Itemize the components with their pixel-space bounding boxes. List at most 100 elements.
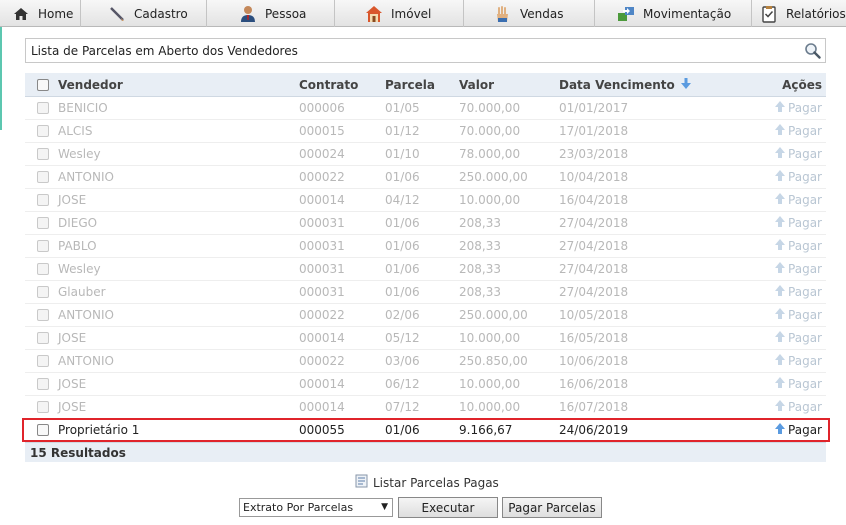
cell-valor: 10.000,00 [459,377,521,391]
row-checkbox[interactable] [36,263,49,275]
col-header-vendedor[interactable]: Vendedor [58,78,299,92]
cell-valor: 208,33 [459,216,501,230]
pay-link-label: Pagar [788,400,822,414]
cell-contrato: 000031 [299,216,345,230]
table-row[interactable]: ANTONIO 000022 01/06 250.000,00 10/04/2018 Pa… [25,166,826,189]
table-row[interactable]: Glauber 000031 01/06 208,33 27/04/2018 Pagar [25,281,826,304]
table-row[interactable]: DIEGO 000031 01/06 208,33 27/04/2018 Pagar [25,212,826,235]
pay-installments-button[interactable]: Pagar Parcelas [502,497,602,518]
table-row[interactable]: ANTONIO 000022 02/06 250.000,00 10/05/2018 Pa… [25,304,826,327]
table-row[interactable]: PABLO 000031 01/06 208,33 27/04/2018 Pagar [25,235,826,258]
pay-link[interactable]: Pagar [775,170,822,184]
row-checkbox[interactable] [36,378,49,390]
table-row[interactable]: ANTONIO 000022 03/06 250.850,00 10/06/2018 Pa… [25,350,826,373]
col-header-valor[interactable]: Valor [459,78,559,92]
cell-valor: 10.000,00 [459,331,521,345]
cell-vendedor: JOSE [58,400,87,414]
table-row[interactable]: Wesley 000024 01/10 78.000,00 23/03/2018 Paga… [25,143,826,166]
pay-link-label: Pagar [788,147,822,161]
cell-parcela: 01/06 [385,239,420,253]
row-checkbox[interactable] [36,171,49,183]
row-checkbox[interactable] [36,194,49,206]
pay-link-label: Pagar [788,423,822,437]
table-row[interactable]: Proprietário 1 000055 01/06 9.166,67 24/06/2… [25,419,826,442]
row-checkbox[interactable] [36,217,49,229]
nav-vendas[interactable]: Vendas [464,0,595,27]
pay-link-label: Pagar [788,377,822,391]
cell-contrato: 000031 [299,285,345,299]
nav-relatorios[interactable]: Relatórios [752,0,846,27]
cell-data-vencimento: 16/06/2018 [559,377,629,391]
pay-link[interactable]: Pagar [775,124,822,138]
pay-link[interactable]: Pagar [775,377,822,391]
cell-contrato: 000022 [299,170,345,184]
person-icon [239,5,257,23]
list-paid-link[interactable]: Listar Parcelas Pagas [355,474,499,491]
row-checkbox[interactable] [36,309,49,321]
row-checkbox[interactable] [36,148,49,160]
nav-home-label: Home [38,6,74,21]
table-row[interactable]: ALCIS 000015 01/12 70.000,00 17/01/2018 Pagar [25,120,826,143]
cell-parcela: 01/06 [385,262,420,276]
pay-link[interactable]: Pagar [775,101,822,115]
pay-link[interactable]: Pagar [775,147,822,161]
nav-cadastro[interactable]: Cadastro [81,0,207,27]
pay-link[interactable]: Pagar [775,239,822,253]
table-row[interactable]: JOSE 000014 04/12 10.000,00 16/04/2018 Pagar [25,189,826,212]
col-header-acoes: Ações [782,77,822,92]
pay-link-label: Pagar [788,285,822,299]
arrow-up-icon [775,147,786,161]
pay-link[interactable]: Pagar [775,216,822,230]
cell-contrato: 000015 [299,124,345,138]
pay-link[interactable]: Pagar [775,331,822,345]
nav-home[interactable]: Home [0,0,81,27]
table-row[interactable]: BENICIO 000006 01/05 70.000,00 01/01/2017 Pag… [25,97,826,120]
transfer-icon [617,5,635,23]
row-checkbox[interactable] [36,424,49,436]
select-all-checkbox[interactable] [36,78,49,91]
cell-vendedor: PABLO [58,239,97,253]
col-header-contrato[interactable]: Contrato [299,78,385,92]
cell-data-vencimento: 10/04/2018 [559,170,629,184]
execute-button[interactable]: Executar [398,497,498,518]
row-checkbox[interactable] [36,125,49,137]
pay-link-label: Pagar [788,216,822,230]
search-box [25,38,826,63]
pay-link[interactable]: Pagar [775,285,822,299]
cell-contrato: 000006 [299,101,345,115]
nav-movimentacao[interactable]: Movimentação [595,0,752,27]
row-checkbox[interactable] [36,355,49,367]
col-header-data[interactable]: Data Vencimento [559,77,719,92]
cell-data-vencimento: 27/04/2018 [559,285,629,299]
row-checkbox[interactable] [36,286,49,298]
magnifier-icon[interactable] [804,42,821,62]
table-row[interactable]: JOSE 000014 07/12 10.000,00 16/07/2018 Pagar [25,396,826,419]
table-row[interactable]: Wesley 000031 01/06 208,33 27/04/2018 Pagar [25,258,826,281]
cell-data-vencimento: 16/07/2018 [559,400,629,414]
pay-link[interactable]: Pagar [775,308,822,322]
table-row[interactable]: JOSE 000014 06/12 10.000,00 16/06/2018 Pagar [25,373,826,396]
arrow-up-icon [775,239,786,253]
pay-link[interactable]: Pagar [775,262,822,276]
row-checkbox[interactable] [36,401,49,413]
pay-link[interactable]: Pagar [775,400,822,414]
pay-link[interactable]: Pagar [775,354,822,368]
row-checkbox[interactable] [36,102,49,114]
cell-data-vencimento: 16/04/2018 [559,193,629,207]
table-row[interactable]: JOSE 000014 05/12 10.000,00 16/05/2018 Pagar [25,327,826,350]
nav-imovel[interactable]: Imóvel [335,0,464,27]
nav-pessoa[interactable]: Pessoa [207,0,335,27]
cell-data-vencimento: 27/04/2018 [559,239,629,253]
cell-data-vencimento: 01/01/2017 [559,101,629,115]
col-header-parcela[interactable]: Parcela [385,78,459,92]
cell-contrato: 000022 [299,308,345,322]
row-checkbox[interactable] [36,240,49,252]
pay-link[interactable]: Pagar [775,193,822,207]
report-select[interactable]: Extrato Por Parcelas ▼ [239,498,393,517]
row-checkbox[interactable] [36,332,49,344]
pay-link-label: Pagar [788,308,822,322]
search-input[interactable] [26,39,825,62]
pay-link[interactable]: Pagar [775,423,822,437]
arrow-up-icon [775,193,786,207]
cell-contrato: 000031 [299,239,345,253]
